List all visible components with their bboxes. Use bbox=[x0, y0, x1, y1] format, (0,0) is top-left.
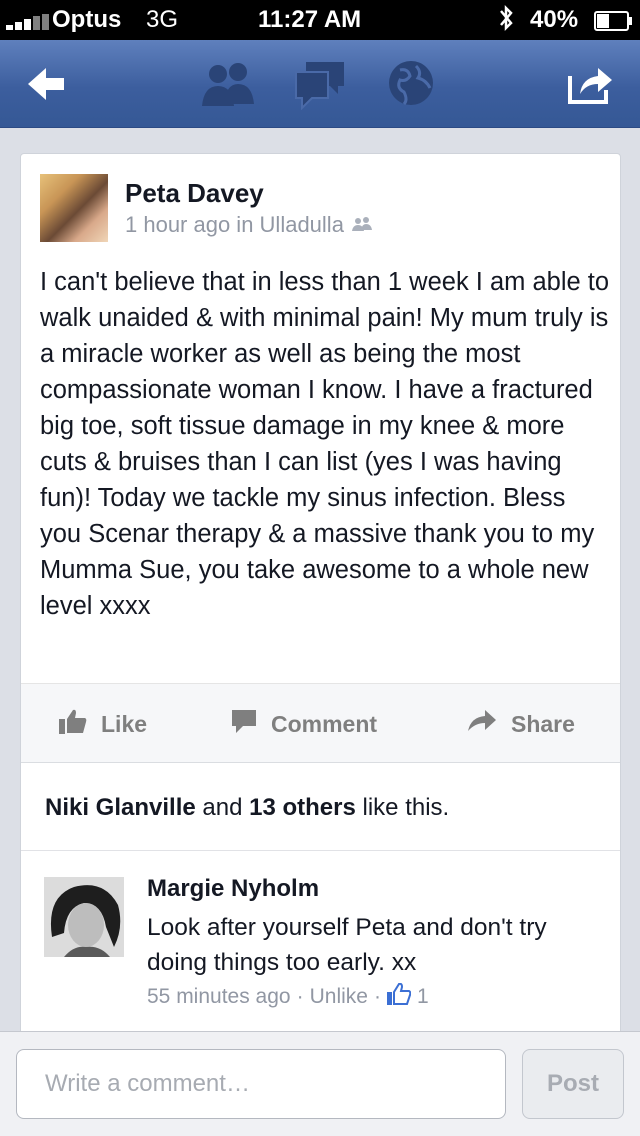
unlike-link[interactable]: Unlike bbox=[310, 985, 368, 1009]
share-out-icon[interactable] bbox=[566, 62, 616, 114]
post-card: Peta Davey 1 hour ago in Ulladulla I can… bbox=[20, 153, 621, 1053]
comment-like-count: 1 bbox=[416, 985, 429, 1008]
likes-suffix: like this. bbox=[362, 794, 450, 821]
messages-icon[interactable] bbox=[294, 58, 346, 110]
back-arrow-icon[interactable] bbox=[24, 62, 68, 114]
commenter-avatar[interactable] bbox=[44, 877, 124, 957]
navigation-bar bbox=[0, 40, 640, 128]
audience-friends-icon bbox=[351, 212, 372, 238]
post-author-name[interactable]: Peta Davey bbox=[125, 178, 264, 209]
comment-button[interactable]: Comment bbox=[231, 684, 377, 764]
post-meta: 1 hour ago in Ulladulla bbox=[125, 212, 372, 238]
meta-separator: · bbox=[373, 985, 381, 1008]
comment-bubble-icon bbox=[231, 708, 257, 740]
post-button[interactable]: Post bbox=[522, 1049, 624, 1119]
likes-others-count[interactable]: 13 others bbox=[249, 794, 356, 821]
author-avatar[interactable] bbox=[40, 174, 108, 242]
post-meta-text: 1 hour ago in Ulladulla bbox=[125, 212, 344, 237]
comment-label: Comment bbox=[271, 710, 378, 737]
battery-icon bbox=[594, 10, 634, 38]
like-button[interactable]: Like bbox=[59, 684, 147, 764]
comment-composer: Write a comment… Post bbox=[0, 1031, 640, 1136]
battery-percent: 40% bbox=[530, 6, 579, 33]
time-label: 11:27 AM bbox=[258, 6, 362, 33]
commenter-name[interactable]: Margie Nyholm bbox=[147, 875, 319, 903]
share-arrow-icon bbox=[467, 709, 497, 739]
network-label: 3G bbox=[146, 6, 179, 33]
post-actions-bar: Like Comment Share bbox=[21, 683, 620, 763]
post-body-text: I can't believe that in less than 1 week… bbox=[40, 268, 610, 620]
bluetooth-icon bbox=[498, 4, 514, 39]
like-label: Like bbox=[101, 710, 148, 737]
likes-summary[interactable]: Niki Glanville and 13 others like this. bbox=[45, 794, 449, 822]
share-label: Share bbox=[511, 710, 575, 737]
comment-like-thumb-icon bbox=[386, 982, 412, 1011]
likes-and: and bbox=[202, 794, 243, 821]
comment-time: 55 minutes ago bbox=[147, 985, 291, 1008]
thumbs-up-icon bbox=[59, 708, 87, 740]
comment-input[interactable]: Write a comment… bbox=[16, 1049, 506, 1119]
liker-name[interactable]: Niki Glanville bbox=[45, 794, 196, 821]
meta-separator: · bbox=[296, 985, 304, 1008]
comment-meta: 55 minutes ago · Unlike · 1 bbox=[147, 982, 429, 1011]
comment-text: Look after yourself Peta and don't try d… bbox=[147, 914, 547, 976]
share-button[interactable]: Share bbox=[467, 684, 575, 764]
friends-icon[interactable] bbox=[200, 58, 256, 110]
signal-strength-icon bbox=[6, 14, 50, 30]
carrier-label: Optus bbox=[52, 6, 122, 33]
globe-icon[interactable] bbox=[386, 58, 436, 110]
divider bbox=[21, 850, 620, 851]
status-bar: Optus 3G 11:27 AM 40% bbox=[0, 0, 640, 40]
